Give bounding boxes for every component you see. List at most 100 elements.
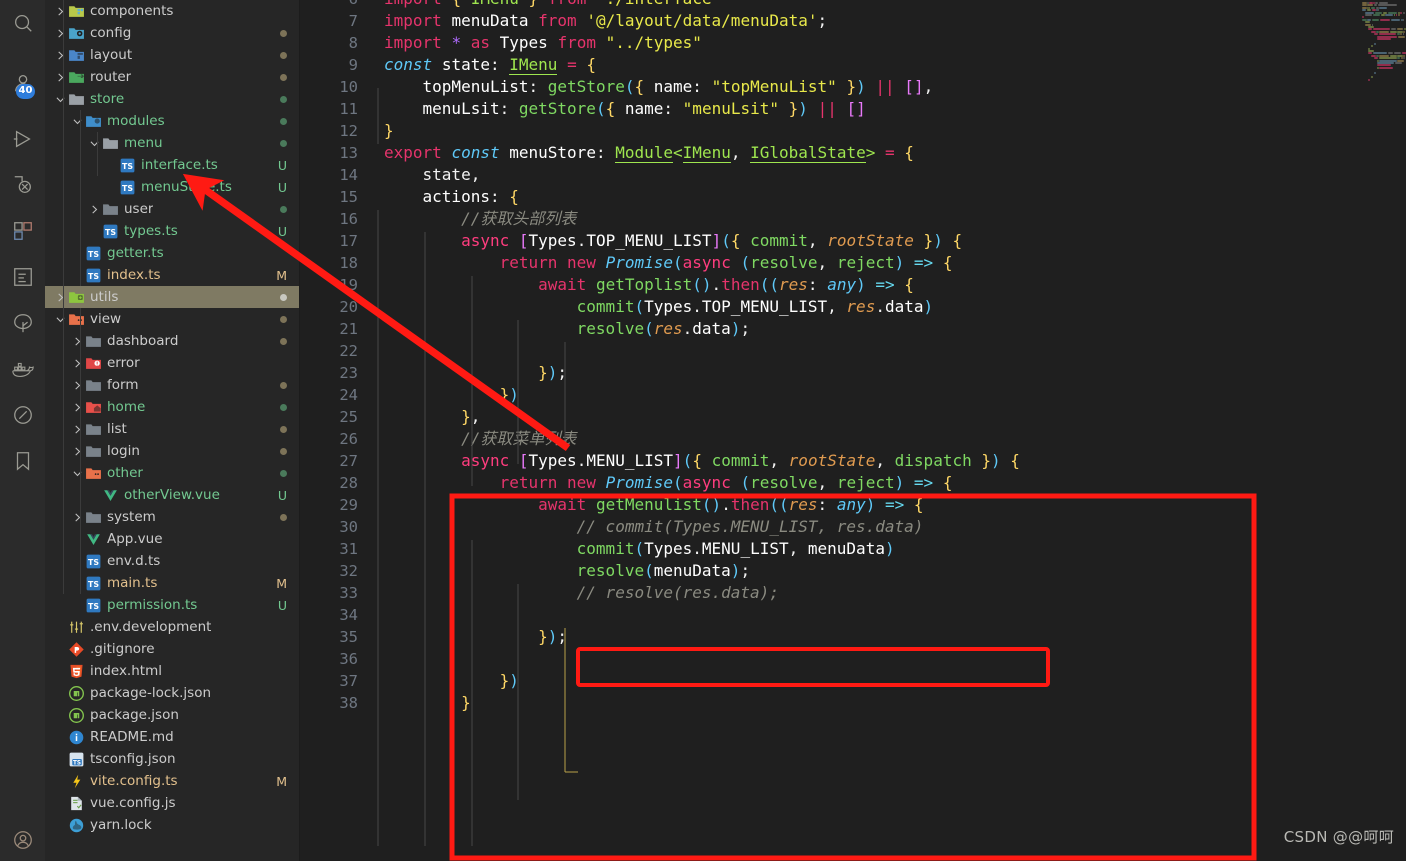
code-line[interactable]: 29 await getMenulist().then((res: any) =… bbox=[300, 494, 1360, 516]
code-line[interactable]: 20 commit(Types.TOP_MENU_LIST, res.data) bbox=[300, 296, 1360, 318]
explorer-file-tree[interactable]: componentsconfiglayoutrouterstoremodules… bbox=[45, 0, 300, 861]
tree-folder-dashboard[interactable]: dashboard bbox=[45, 330, 299, 352]
code-line[interactable]: 16 //获取头部列表 bbox=[300, 208, 1360, 230]
chevron-right-icon[interactable] bbox=[70, 374, 84, 396]
chevron-down-icon[interactable] bbox=[70, 110, 84, 132]
notebook-icon[interactable] bbox=[6, 260, 40, 294]
code-lines[interactable]: 6import { IMenu } from './interface'7imp… bbox=[300, 0, 1360, 861]
tree-file-app-vue[interactable]: App.vue bbox=[45, 528, 299, 550]
tree-folder-user[interactable]: user bbox=[45, 198, 299, 220]
tree-file-package-json[interactable]: package.json bbox=[45, 704, 299, 726]
search-icon[interactable] bbox=[6, 6, 40, 40]
code-line[interactable]: 6import { IMenu } from './interface' bbox=[300, 0, 1360, 10]
chevron-right-icon[interactable] bbox=[70, 506, 84, 528]
code-line[interactable]: 34 bbox=[300, 604, 1360, 626]
code-line[interactable]: 8import * as Types from "../types" bbox=[300, 32, 1360, 54]
tree-file-getter-ts[interactable]: TSgetter.ts bbox=[45, 242, 299, 264]
chevron-right-icon[interactable] bbox=[87, 198, 101, 220]
code-line[interactable]: 15 actions: { bbox=[300, 186, 1360, 208]
tree-file-interface-ts[interactable]: TSinterface.tsU bbox=[45, 154, 299, 176]
tree-file-package-lock-json[interactable]: package-lock.json bbox=[45, 682, 299, 704]
account-icon[interactable]: 40 bbox=[6, 66, 40, 100]
tree-folder-login[interactable]: login bbox=[45, 440, 299, 462]
code-line[interactable]: 35 }); bbox=[300, 626, 1360, 648]
code-line[interactable]: 17 async [Types.TOP_MENU_LIST]({ commit,… bbox=[300, 230, 1360, 252]
chevron-right-icon[interactable] bbox=[53, 44, 67, 66]
code-line[interactable]: 10 topMenuList: getStore({ name: "topMen… bbox=[300, 76, 1360, 98]
tree-folder-other[interactable]: other bbox=[45, 462, 299, 484]
tree-folder-home[interactable]: home bbox=[45, 396, 299, 418]
code-line[interactable]: 26 //获取菜单列表 bbox=[300, 428, 1360, 450]
code-line[interactable]: 38 } bbox=[300, 692, 1360, 714]
tree-folder-error[interactable]: error bbox=[45, 352, 299, 374]
code-line[interactable]: 25 }, bbox=[300, 406, 1360, 428]
tree-folder-config[interactable]: config bbox=[45, 22, 299, 44]
tree-file-env-d-ts[interactable]: TSenv.d.ts bbox=[45, 550, 299, 572]
code-line[interactable]: 14 state, bbox=[300, 164, 1360, 186]
code-line[interactable]: 27 async [Types.MENU_LIST]({ commit, roo… bbox=[300, 450, 1360, 472]
tree-folder-list[interactable]: list bbox=[45, 418, 299, 440]
chevron-down-icon[interactable] bbox=[87, 132, 101, 154]
code-line[interactable]: 22 bbox=[300, 340, 1360, 362]
code-line[interactable]: 30 // commit(Types.MENU_LIST, res.data) bbox=[300, 516, 1360, 538]
run-play-icon[interactable] bbox=[6, 122, 40, 156]
chevron-down-icon[interactable] bbox=[53, 308, 67, 330]
editor-minimap[interactable] bbox=[1360, 0, 1406, 861]
tree-folder-utils[interactable]: utils bbox=[45, 286, 299, 308]
code-line[interactable]: 21 resolve(res.data); bbox=[300, 318, 1360, 340]
code-line[interactable]: 12} bbox=[300, 120, 1360, 142]
chevron-down-icon[interactable] bbox=[70, 462, 84, 484]
chevron-right-icon[interactable] bbox=[53, 22, 67, 44]
code-line[interactable]: 24 }) bbox=[300, 384, 1360, 406]
code-line[interactable]: 19 await getToplist().then((res: any) =>… bbox=[300, 274, 1360, 296]
tree-structure-icon[interactable] bbox=[6, 306, 40, 340]
chevron-right-icon[interactable] bbox=[70, 396, 84, 418]
chevron-right-icon[interactable] bbox=[70, 352, 84, 374]
extensions-icon[interactable] bbox=[6, 214, 40, 248]
chevron-right-icon[interactable] bbox=[70, 440, 84, 462]
tree-folder-menu[interactable]: menu bbox=[45, 132, 299, 154]
tree-file--gitignore[interactable]: .gitignore bbox=[45, 638, 299, 660]
code-line[interactable]: 7import menuData from '@/layout/data/men… bbox=[300, 10, 1360, 32]
code-line[interactable]: 36 bbox=[300, 648, 1360, 670]
tree-file-index-html[interactable]: index.html bbox=[45, 660, 299, 682]
code-line[interactable]: 9const state: IMenu = { bbox=[300, 54, 1360, 76]
code-line[interactable]: 13export const menuStore: Module<IMenu, … bbox=[300, 142, 1360, 164]
chevron-right-icon[interactable] bbox=[70, 418, 84, 440]
chevron-right-icon[interactable] bbox=[53, 66, 67, 88]
code-line[interactable]: 23 }); bbox=[300, 362, 1360, 384]
settings-account-icon[interactable] bbox=[6, 823, 40, 857]
tree-file-vue-config-js[interactable]: vue.config.js bbox=[45, 792, 299, 814]
tree-folder-store[interactable]: store bbox=[45, 88, 299, 110]
code-line[interactable]: 33 // resolve(res.data); bbox=[300, 582, 1360, 604]
chevron-right-icon[interactable] bbox=[53, 0, 67, 22]
bookmark-icon[interactable] bbox=[6, 444, 40, 478]
code-line[interactable]: 11 menuLsit: getStore({ name: "menuLsit"… bbox=[300, 98, 1360, 120]
compass-icon[interactable] bbox=[6, 398, 40, 432]
tree-file-index-ts[interactable]: TSindex.tsM bbox=[45, 264, 299, 286]
tree-file-types-ts[interactable]: TStypes.tsU bbox=[45, 220, 299, 242]
code-line[interactable]: 37 }) bbox=[300, 670, 1360, 692]
tree-folder-components[interactable]: components bbox=[45, 0, 299, 22]
tree-file-vite-config-ts[interactable]: vite.config.tsM bbox=[45, 770, 299, 792]
tree-file-permission-ts[interactable]: TSpermission.tsU bbox=[45, 594, 299, 616]
tree-folder-system[interactable]: system bbox=[45, 506, 299, 528]
code-editor[interactable]: 6import { IMenu } from './interface'7imp… bbox=[300, 0, 1406, 861]
tree-file-readme-md[interactable]: README.md bbox=[45, 726, 299, 748]
chevron-right-icon[interactable] bbox=[70, 330, 84, 352]
chevron-right-icon[interactable] bbox=[53, 286, 67, 308]
tree-folder-router[interactable]: router bbox=[45, 66, 299, 88]
tree-folder-form[interactable]: form bbox=[45, 374, 299, 396]
code-line[interactable]: 18 return new Promise(async (resolve, re… bbox=[300, 252, 1360, 274]
docker-icon[interactable] bbox=[6, 352, 40, 386]
chevron-down-icon[interactable] bbox=[53, 88, 67, 110]
tree-folder-modules[interactable]: modules bbox=[45, 110, 299, 132]
debug-console-icon[interactable] bbox=[6, 168, 40, 202]
tree-folder-layout[interactable]: layout bbox=[45, 44, 299, 66]
code-line[interactable]: 28 return new Promise(async (resolve, re… bbox=[300, 472, 1360, 494]
code-line[interactable]: 31 commit(Types.MENU_LIST, menuData) bbox=[300, 538, 1360, 560]
tree-file-menustore-ts[interactable]: TSmenuStore.tsU bbox=[45, 176, 299, 198]
tree-file-otherview-vue[interactable]: otherView.vueU bbox=[45, 484, 299, 506]
tree-file-yarn-lock[interactable]: yarn.lock bbox=[45, 814, 299, 836]
tree-file-main-ts[interactable]: TSmain.tsM bbox=[45, 572, 299, 594]
